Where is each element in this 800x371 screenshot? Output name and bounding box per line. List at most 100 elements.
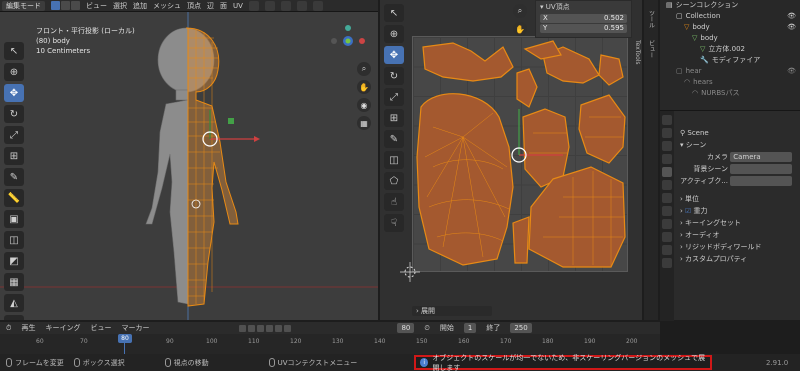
tl-menu-view[interactable]: ビュー <box>90 323 111 333</box>
bevel-tool[interactable]: ◩ <box>4 252 24 270</box>
snap-icon[interactable] <box>264 0 275 11</box>
tl-menu-marker[interactable]: マーカー <box>121 323 149 333</box>
menu-add[interactable]: 追加 <box>133 1 147 11</box>
tool-props-tab[interactable] <box>662 115 672 125</box>
inset-tool[interactable]: ◫ <box>4 231 24 249</box>
uv-rotate-tool[interactable]: ↻ <box>384 67 404 85</box>
prev-key-icon[interactable] <box>248 324 256 332</box>
render-props-tab[interactable] <box>662 128 672 138</box>
scene-panel-header[interactable]: ▾ シーン <box>660 139 800 151</box>
shading-icon[interactable] <box>312 0 323 11</box>
start-frame-field[interactable]: 1 <box>463 323 477 333</box>
data-props-tab[interactable] <box>662 245 672 255</box>
outliner-row[interactable]: ▽ 立方体.002 <box>660 44 800 55</box>
camera-view-button[interactable]: ◉ <box>357 98 371 112</box>
knife-tool[interactable]: ◭ <box>4 294 24 312</box>
uv-select-tool[interactable]: ↖ <box>384 4 404 22</box>
physics-props-tab[interactable] <box>662 219 672 229</box>
scale-tool[interactable]: ⤢ <box>4 126 24 144</box>
gizmo-plane-handle[interactable] <box>228 118 234 124</box>
menu-view[interactable]: ビュー <box>86 1 107 11</box>
3d-viewport[interactable]: フロント・平行投影 (ローカル) (80) body 10 Centimeter… <box>0 12 378 320</box>
move-tool[interactable]: ✥ <box>4 84 24 102</box>
transform-tool[interactable]: ⊞ <box>4 147 24 165</box>
menu-select[interactable]: 選択 <box>113 1 127 11</box>
rotate-tool[interactable]: ↻ <box>4 105 24 123</box>
jump-end-icon[interactable] <box>284 324 292 332</box>
uv-y-field[interactable]: Y 0.595 <box>540 24 627 33</box>
loop-cut-tool[interactable]: ▦ <box>4 273 24 291</box>
menu-vertex[interactable]: 頂点 <box>187 1 201 11</box>
menu-mesh[interactable]: メッシュ <box>153 1 181 11</box>
play-reverse-icon[interactable] <box>257 324 265 332</box>
unwrap-operator-panel[interactable]: › 展開 <box>412 306 492 316</box>
uv-sidebar-tab[interactable]: TexTools <box>634 40 642 67</box>
face-select-button[interactable] <box>71 1 80 10</box>
gizmo-x-head[interactable] <box>254 136 260 142</box>
proportional-edit-icon[interactable] <box>280 0 291 11</box>
outliner-row[interactable]: ▽ body <box>660 33 800 44</box>
pan-button[interactable]: ✋ <box>357 80 371 94</box>
panel-rigid-body-world[interactable]: › リジッドボディワールド <box>660 241 800 253</box>
outliner-scene-collection[interactable]: ▤ シーンコレクション <box>660 0 800 11</box>
outliner-row[interactable]: ◠ hears <box>660 77 800 88</box>
stopwatch-icon[interactable]: ⏲ <box>424 324 429 333</box>
uv-relax-tool[interactable]: ☝ <box>384 193 404 211</box>
extrude-tool[interactable]: ▣ <box>4 210 24 228</box>
uv-move-tool[interactable]: ✥ <box>384 46 404 64</box>
uv-grid[interactable] <box>412 36 628 272</box>
bg-scene-field[interactable] <box>730 164 793 174</box>
annotate-tool[interactable]: ✎ <box>4 168 24 186</box>
outliner-row[interactable]: ◠ NURBSパス <box>660 88 800 99</box>
eye-icon[interactable]: 👁 <box>787 22 796 33</box>
jump-start-icon[interactable] <box>239 324 247 332</box>
checkbox-icon[interactable]: ☑ <box>685 207 691 215</box>
edge-select-button[interactable] <box>61 1 70 10</box>
clock-icon[interactable]: ⏱ <box>6 324 11 333</box>
scene-props-tab[interactable] <box>662 167 672 177</box>
uv-zoom-button[interactable]: ⌕ <box>513 4 527 18</box>
panel-units[interactable]: › 単位 <box>660 193 800 205</box>
uv-pinch-tool[interactable]: ☟ <box>384 214 404 232</box>
panel-audio[interactable]: › オーディオ <box>660 229 800 241</box>
uv-pan-button[interactable]: ✋ <box>513 22 527 36</box>
view-layer-props-tab[interactable] <box>662 154 672 164</box>
tab-view[interactable]: ビュー <box>647 40 656 58</box>
select-tool[interactable]: ↖ <box>4 42 24 60</box>
navigation-gizmo[interactable] <box>331 25 365 46</box>
panel-gravity[interactable]: › ☑ 重力 <box>660 205 800 217</box>
menu-uv[interactable]: UV <box>233 2 243 10</box>
transform-orientation-icon[interactable] <box>248 0 259 11</box>
modifier-props-tab[interactable] <box>662 206 672 216</box>
vertex-select-button[interactable] <box>51 1 60 10</box>
menu-edge[interactable]: 辺 <box>207 1 214 11</box>
next-key-icon[interactable] <box>275 324 283 332</box>
cursor-tool[interactable]: ⊕ <box>4 63 24 81</box>
uv-annotate-tool[interactable]: ✎ <box>384 130 404 148</box>
ortho-toggle-button[interactable]: ▦ <box>357 116 371 130</box>
object-props-tab[interactable] <box>662 193 672 203</box>
outliner-row[interactable]: ▢ hear 👁 <box>660 66 800 77</box>
tl-menu-playback[interactable]: 再生 <box>21 323 35 333</box>
constraint-props-tab[interactable] <box>662 232 672 242</box>
uv-cursor-tool[interactable]: ⊕ <box>384 25 404 43</box>
menu-face[interactable]: 面 <box>220 1 227 11</box>
uv-box-tool[interactable]: ◫ <box>384 151 404 169</box>
uv-transform-tool[interactable]: ⊞ <box>384 109 404 127</box>
uv-scale-tool[interactable]: ⤢ <box>384 88 404 106</box>
outliner-row[interactable]: 🔧 モディファイア <box>660 55 800 66</box>
zoom-button[interactable]: ⌕ <box>357 62 371 76</box>
play-icon[interactable] <box>266 324 274 332</box>
warning-report[interactable]: i オブジェクトのスケールが均一でないため、非スケーリングバージョンのメッシュで… <box>414 354 712 371</box>
uv-x-field[interactable]: X 0.502 <box>540 14 627 23</box>
active-clip-field[interactable] <box>730 176 793 186</box>
output-props-tab[interactable] <box>662 141 672 151</box>
mode-dropdown[interactable]: 編集モード <box>2 0 45 11</box>
overlay-icon[interactable] <box>296 0 307 11</box>
tab-tool[interactable]: ツール <box>647 10 656 28</box>
current-frame-field[interactable]: 80 <box>397 323 415 333</box>
material-props-tab[interactable] <box>662 258 672 268</box>
outliner-row[interactable]: ▽ body 👁 <box>660 22 800 33</box>
panel-custom-properties[interactable]: › カスタムプロパティ <box>660 253 800 265</box>
outliner-row[interactable]: ▢ Collection 👁 <box>660 11 800 22</box>
